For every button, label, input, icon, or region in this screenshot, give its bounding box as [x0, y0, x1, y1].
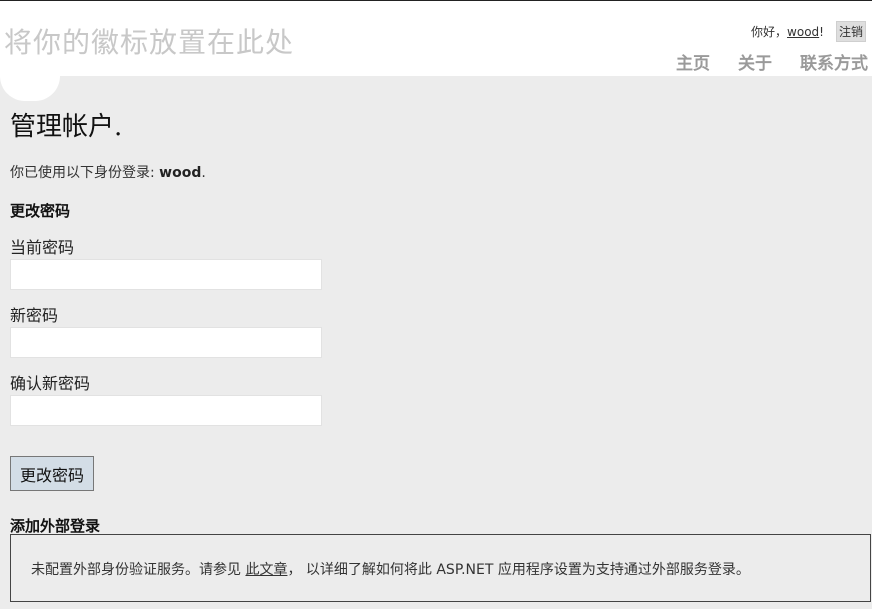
site-header: 将你的徽标放置在此处 你好， wood ! 注销 主页 关于 联系方式 — [0, 0, 872, 76]
login-status: 你好， wood ! 注销 — [751, 21, 866, 42]
page: 将你的徽标放置在此处 你好， wood ! 注销 主页 关于 联系方式 管理帐户… — [0, 0, 872, 609]
confirm-password-input[interactable] — [10, 395, 322, 426]
logo-tab-decoration — [0, 76, 60, 101]
notice-prefix: 未配置外部身份验证服务。请参见 — [31, 562, 246, 578]
main-content: 管理帐户. 你已使用以下身份登录: wood. — [10, 108, 870, 182]
confirm-password-label: 确认新密码 — [10, 374, 91, 393]
site-logo[interactable]: 将你的徽标放置在此处 — [4, 21, 294, 61]
login-info-prefix: 你已使用以下身份登录: — [10, 165, 160, 181]
change-password-button[interactable]: 更改密码 — [10, 456, 94, 491]
current-password-input[interactable] — [10, 259, 322, 290]
login-info-user: wood — [159, 165, 202, 181]
greeting-prefix: 你好， — [751, 25, 788, 39]
greeting-suffix: ! — [819, 24, 824, 39]
main-nav: 主页 关于 联系方式 — [676, 49, 868, 74]
external-login-heading: 添加外部登录 — [10, 517, 101, 535]
logout-button[interactable]: 注销 — [835, 21, 866, 42]
change-password-heading: 更改密码 — [10, 202, 71, 220]
login-info: 你已使用以下身份登录: wood. — [10, 162, 870, 182]
external-login-notice: 未配置外部身份验证服务。请参见 此文章， 以详细了解如何将此 ASP.NET 应… — [10, 534, 871, 602]
login-info-suffix: . — [201, 165, 206, 181]
notice-suffix: ， 以详细了解如何将此 ASP.NET 应用程序设置为支持通过外部服务登录。 — [287, 562, 750, 578]
nav-item-home[interactable]: 主页 — [676, 49, 710, 74]
nav-item-about[interactable]: 关于 — [738, 49, 772, 74]
new-password-input[interactable] — [10, 327, 322, 358]
current-password-label: 当前密码 — [10, 238, 75, 257]
nav-item-contact[interactable]: 联系方式 — [800, 49, 868, 74]
username-link[interactable]: wood — [787, 25, 819, 39]
new-password-label: 新密码 — [10, 306, 59, 325]
article-link[interactable]: 此文章 — [245, 562, 287, 578]
page-title: 管理帐户. — [10, 112, 123, 142]
